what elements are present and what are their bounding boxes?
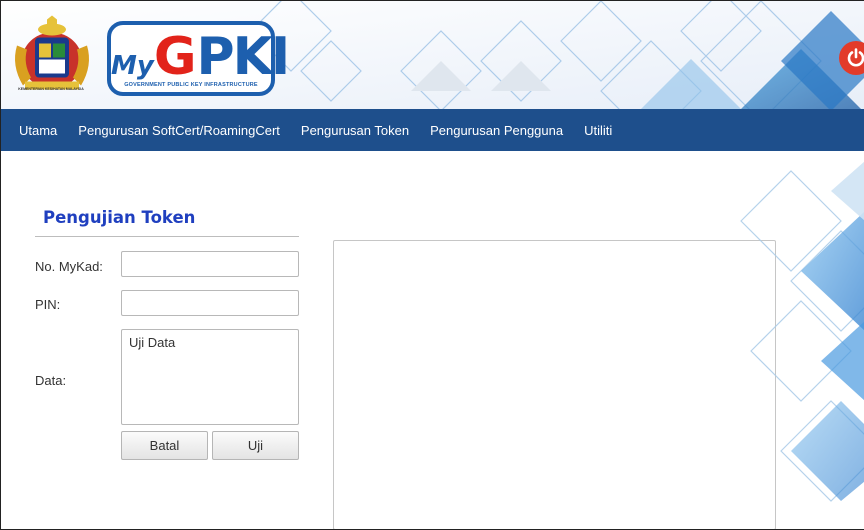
nav-item-pengguna[interactable]: Pengurusan Pengguna xyxy=(430,123,563,138)
app-window: KEMENTERIAN KESIHATAN MALAYSIA MyGPKI GO… xyxy=(0,0,864,530)
data-textarea[interactable]: Uji Data xyxy=(121,329,299,425)
form-title: Pengujian Token xyxy=(43,208,196,227)
decorative-background xyxy=(740,161,864,502)
pin-input[interactable] xyxy=(121,290,299,316)
nav-item-softcert[interactable]: Pengurusan SoftCert/RoamingCert xyxy=(78,123,280,138)
logo-g: G xyxy=(153,27,197,87)
logo-my: My xyxy=(111,51,154,81)
logo-subtitle: GOVERNMENT PUBLIC KEY INFRASTRUCTURE xyxy=(124,82,258,88)
data-label: Data: xyxy=(35,373,67,388)
logo-pki: PKI xyxy=(196,27,291,87)
test-button[interactable]: Uji xyxy=(212,431,299,460)
header-banner: KEMENTERIAN KESIHATAN MALAYSIA MyGPKI GO… xyxy=(1,1,864,109)
mykad-label: No. MyKad: xyxy=(35,259,103,274)
main-nav: Utama Pengurusan SoftCert/RoamingCert Pe… xyxy=(1,109,864,151)
power-icon xyxy=(847,48,864,67)
government-crest-icon xyxy=(15,15,89,90)
nav-item-utama[interactable]: Utama xyxy=(19,123,57,138)
mykad-input[interactable] xyxy=(121,251,299,277)
result-panel xyxy=(333,240,776,529)
nav-item-token[interactable]: Pengurusan Token xyxy=(301,123,409,138)
logo-wordmark: MyGPKI xyxy=(111,27,290,87)
nav-item-utiliti[interactable]: Utiliti xyxy=(584,123,612,138)
crest-caption: KEMENTERIAN KESIHATAN MALAYSIA xyxy=(18,87,84,91)
pin-label: PIN: xyxy=(35,297,61,312)
cancel-button[interactable]: Batal xyxy=(121,431,208,460)
mygpki-logo: MyGPKI GOVERNMENT PUBLIC KEY INFRASTRUCT… xyxy=(107,21,290,96)
title-divider xyxy=(35,236,299,237)
